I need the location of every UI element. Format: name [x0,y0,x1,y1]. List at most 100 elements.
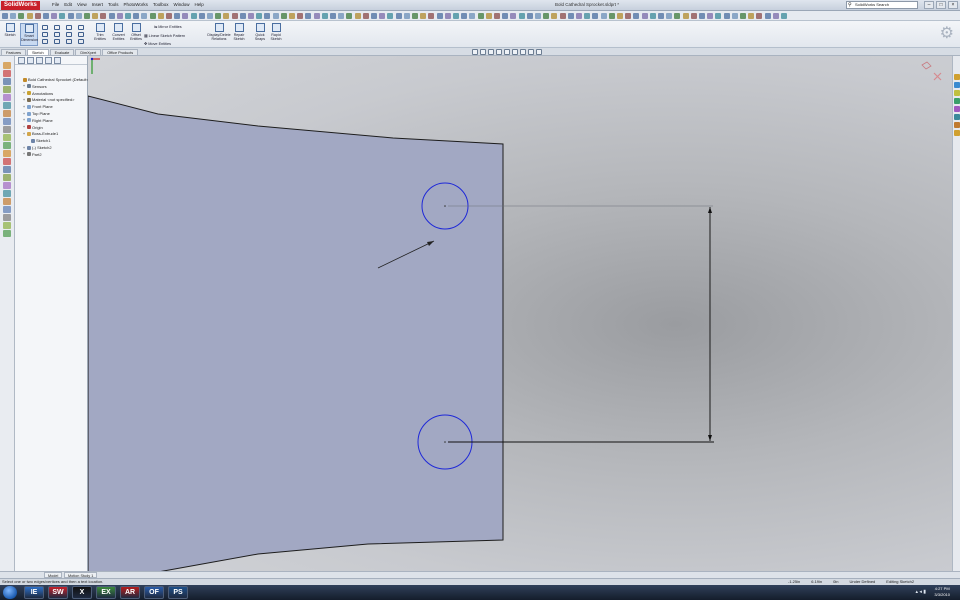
toolbar-tool-icon[interactable] [297,13,304,19]
zoom-area-icon[interactable] [480,49,486,55]
taskbar-clock[interactable]: 4:27 PM 3/3/2010 [934,586,950,598]
toolbar-tool-icon[interactable] [18,13,25,19]
task-pane-icon[interactable] [954,106,960,112]
sketch-entity-tool-icon[interactable] [78,39,84,44]
toolbar-tool-icon[interactable] [543,13,550,19]
section-view-icon[interactable] [496,49,502,55]
expand-icon[interactable]: + [23,152,26,156]
circle-center-top[interactable] [444,205,446,207]
tree-node[interactable]: + Annotations [23,91,53,96]
taskbar-app-of[interactable]: OF [144,586,164,599]
expand-icon[interactable]: + [23,132,26,136]
taskbar-app-x[interactable]: X [72,586,92,599]
toolbar-tool-icon[interactable] [526,13,533,19]
quick-tool-icon[interactable] [3,62,11,69]
repair-sketch-button[interactable]: Repair Sketch [232,23,246,46]
tree-node[interactable]: + Top Plane [23,111,50,116]
toolbar-tool-icon[interactable] [166,13,172,19]
toolbar-tool-icon[interactable] [576,13,582,19]
toolbar-tool-icon[interactable] [10,13,17,19]
expand-icon[interactable]: + [23,118,26,122]
toolbar-tool-icon[interactable] [740,13,746,19]
toolbar-tool-icon[interactable] [674,13,681,19]
expand-icon[interactable]: + [23,84,26,88]
sketch-entity-tool-icon[interactable] [66,39,72,44]
expand-icon[interactable]: + [23,105,26,109]
convert-entities-button[interactable]: Convert Entities [110,23,127,46]
toolbar-tool-icon[interactable] [551,13,558,19]
tree-node[interactable]: + Material <not specified> [23,97,74,102]
toolbar-tool-icon[interactable] [75,13,82,19]
toolbar-tool-icon[interactable] [313,13,320,19]
tree-node[interactable]: + Sensors [23,84,47,89]
toolbar-tool-icon[interactable] [215,13,222,19]
toolbar-tool-icon[interactable] [248,13,254,19]
expand-icon[interactable]: + [23,98,26,102]
start-button[interactable] [3,586,17,599]
taskbar-app-ex[interactable]: EX [96,586,116,599]
toolbar-tool-icon[interactable] [346,13,353,19]
toolbar-tool-icon[interactable] [198,13,205,19]
toolbar-tool-icon[interactable] [690,13,697,19]
quick-tool-icon[interactable] [3,198,11,205]
toolbar-tool-icon[interactable] [354,13,361,19]
display-manager-tab-icon[interactable] [54,57,61,64]
toolbar-tool-icon[interactable] [190,13,197,19]
property-manager-tab-icon[interactable] [27,57,34,64]
toolbar-tool-icon[interactable] [125,13,131,19]
toolbar-tool-icon[interactable] [584,13,591,19]
toolbar-tool-icon[interactable] [485,13,492,19]
menu-tools[interactable]: Tools [108,2,119,7]
toolbar-tool-icon[interactable] [174,13,181,19]
toolbar-tool-icon[interactable] [748,13,755,19]
toolbar-tool-icon[interactable] [100,13,107,19]
quick-tool-icon[interactable] [3,166,11,173]
toolbar-tool-icon[interactable] [756,13,763,19]
toolbar-tool-icon[interactable] [264,13,271,19]
toolbar-tool-icon[interactable] [715,13,722,19]
taskbar-app-ie[interactable]: IE [24,586,44,599]
hide-show-icon[interactable] [520,49,526,55]
quick-tool-icon[interactable] [3,214,11,221]
tree-node[interactable]: Bold Cathedral Sprocket (Default<<Def [19,77,97,82]
move-entities-small[interactable]: ✥ Move Entities [144,41,171,46]
task-pane-icon[interactable] [954,130,960,136]
edit-appearance-icon[interactable] [528,49,534,55]
cancel-sketch-icon[interactable] [933,72,942,81]
sketch-entity-tool-icon[interactable] [54,39,60,44]
display-delete-relations-button[interactable]: Display/Delete Relations [206,23,232,46]
toolbar-tool-icon[interactable] [67,13,74,19]
toolbar-tool-icon[interactable] [387,13,394,19]
quick-tool-icon[interactable] [3,206,11,213]
sketch-button[interactable]: Sketch [2,23,18,46]
tab-sketch[interactable]: Sketch [26,49,49,56]
taskbar-app-ar[interactable]: AR [120,586,140,599]
offset-entities-button[interactable]: Offset Entities [128,23,144,46]
menu-view[interactable]: View [77,2,87,7]
sketch-canvas[interactable] [88,56,952,572]
toolbar-tool-icon[interactable] [535,13,541,19]
toolbar-tool-icon[interactable] [781,13,787,19]
dimxpert-manager-tab-icon[interactable] [45,57,52,64]
maximize-icon[interactable]: □ [936,1,946,9]
mirror-entities-small[interactable]: ⇋ Mirror Entities [154,24,182,29]
taskbar-app-ps[interactable]: PS [168,586,188,599]
configuration-manager-tab-icon[interactable] [36,57,43,64]
scene-icon[interactable] [536,49,542,55]
toolbar-tool-icon[interactable] [731,13,738,19]
toolbar-tool-icon[interactable] [699,13,705,19]
toolbar-tool-icon[interactable] [289,13,295,19]
toolbar-tool-icon[interactable] [371,13,377,19]
sketch-entity-tool-icon[interactable] [42,32,48,37]
toolbar-tool-icon[interactable] [666,13,673,19]
quick-tool-icon[interactable] [3,158,11,165]
trim-entities-button[interactable]: Trim Entities [92,23,108,46]
toolbar-tool-icon[interactable] [362,13,369,19]
toolbar-tool-icon[interactable] [231,13,238,19]
toolbar-tool-icon[interactable] [649,13,656,19]
toolbar-tool-icon[interactable] [239,13,246,19]
expand-icon[interactable]: + [23,91,26,95]
quick-tool-icon[interactable] [3,126,11,133]
toolbar-tool-icon[interactable] [608,13,615,19]
tab-evaluate[interactable]: Evaluate [49,49,75,56]
